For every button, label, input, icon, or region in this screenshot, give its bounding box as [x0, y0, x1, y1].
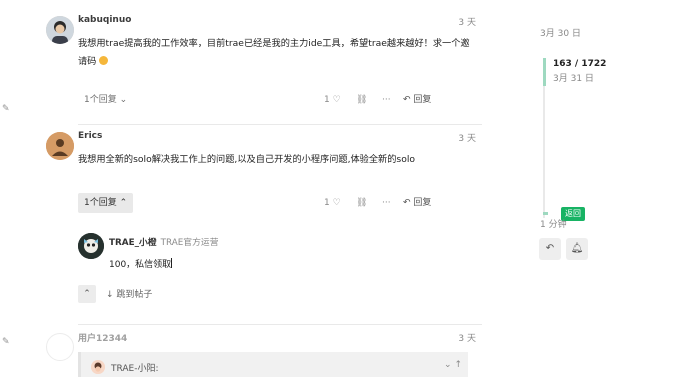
ellipsis-icon[interactable]: ···: [382, 90, 391, 110]
link-icon[interactable]: ⛓: [356, 193, 367, 213]
show-replies-button[interactable]: 1个回复 ⌄: [78, 90, 133, 110]
timeline-end-date[interactable]: 1 分钟: [540, 217, 567, 230]
quote-controls[interactable]: ⌄ ↑: [444, 360, 462, 370]
avatar[interactable]: [78, 233, 104, 259]
quote-block: TRAE-小阳: ⌄ ↑: [78, 352, 468, 377]
reply-button[interactable]: ↶ 回复: [403, 193, 431, 213]
link-icon[interactable]: ⛓: [356, 90, 367, 110]
pencil-icon[interactable]: ✎: [2, 104, 12, 114]
post-stream: kabuqinuo 3 天 我想用trae提高我的工作效率，目前trae已经是我…: [46, 0, 482, 377]
post-date[interactable]: 3 天: [458, 131, 476, 144]
quote-author: TRAE-小阳:: [111, 364, 159, 374]
post-actions: 1个回复 ⌄ 1 ♡ ⛓ ··· ↶ 回复: [78, 90, 482, 110]
post-actions: 1个回复 ⌃ 1 ♡ ⛓ ··· ↶ 回复: [78, 193, 482, 213]
embedded-content: 100，私信领取: [109, 258, 173, 270]
timeline-start-date[interactable]: 3月 30 日: [540, 26, 581, 39]
embedded-reply: TRAE_小橙 TRAE官方运营 100，私信领取 ⌃ ↓ 跳到帖子: [78, 233, 482, 309]
reply-arrow-icon: ↶: [545, 243, 555, 254]
post: Erics 3 天 我想用全新的solo解决我工作上的问题,以及自己开发的小程序…: [46, 131, 482, 221]
post-date[interactable]: 3 天: [458, 331, 476, 344]
timeline-position: 163 / 1722: [553, 59, 607, 69]
post-separator: [78, 124, 482, 125]
arrow-up-icon: ↑: [454, 360, 462, 370]
post-separator: [78, 324, 482, 325]
avatar[interactable]: [46, 333, 74, 361]
notification-button[interactable]: 🔔︎: [566, 238, 588, 260]
timeline-last-read-marker: [543, 212, 548, 215]
heart-icon: ♡: [332, 95, 341, 105]
bell-icon: 🔔︎: [570, 243, 584, 254]
post-date[interactable]: 3 天: [458, 15, 476, 28]
reply-topic-button[interactable]: ↶: [539, 238, 561, 260]
embedded-username[interactable]: TRAE_小橙 TRAE官方运营: [109, 235, 219, 248]
avatar[interactable]: [46, 16, 74, 44]
hide-replies-button[interactable]: 1个回复 ⌃: [78, 193, 134, 213]
like-button[interactable]: 1 ♡: [324, 90, 341, 110]
avatar[interactable]: [46, 132, 74, 160]
reply-arrow-icon: ↶: [403, 198, 411, 208]
avatar: [91, 360, 105, 374]
pencil-icon[interactable]: ✎: [2, 337, 12, 347]
post-content: 我想用全新的solo解决我工作上的问题,以及自己开发的小程序问题,体验全新的so…: [78, 154, 416, 165]
chevron-down-icon: ⌄: [444, 360, 452, 370]
collapse-button[interactable]: ⌃: [78, 285, 96, 303]
ellipsis-icon[interactable]: ···: [382, 193, 391, 213]
reply-button[interactable]: ↶ 回复: [403, 90, 431, 110]
left-gutter: ✎ ✎: [0, 0, 16, 377]
chevron-up-icon: ⌃: [83, 289, 91, 299]
username[interactable]: kabuqinuo: [78, 15, 131, 25]
username[interactable]: 用户12344: [78, 331, 127, 344]
jump-to-post-link[interactable]: ↓ 跳到帖子: [106, 287, 152, 300]
username[interactable]: Erics: [78, 131, 102, 141]
like-button[interactable]: 1 ♡: [324, 193, 341, 213]
post: kabuqinuo 3 天 我想用trae提高我的工作效率，目前trae已经是我…: [46, 15, 482, 125]
topic-timeline: 3月 30 日 163 / 1722 3月 31 日 返回 1 分钟 ↶ 🔔︎: [530, 0, 690, 377]
timeline-position-date: 3月 31 日: [553, 74, 594, 84]
post-content: 我想用trae提高我的工作效率，目前trae已经是我的主力ide工具，希望tra…: [78, 38, 470, 67]
timeline-handle[interactable]: [543, 58, 546, 86]
user-title: TRAE官方运营: [160, 238, 219, 248]
heart-icon: ♡: [332, 198, 341, 208]
reply-arrow-icon: ↶: [403, 95, 411, 105]
heart-eyes-emoji-icon: [99, 56, 109, 65]
